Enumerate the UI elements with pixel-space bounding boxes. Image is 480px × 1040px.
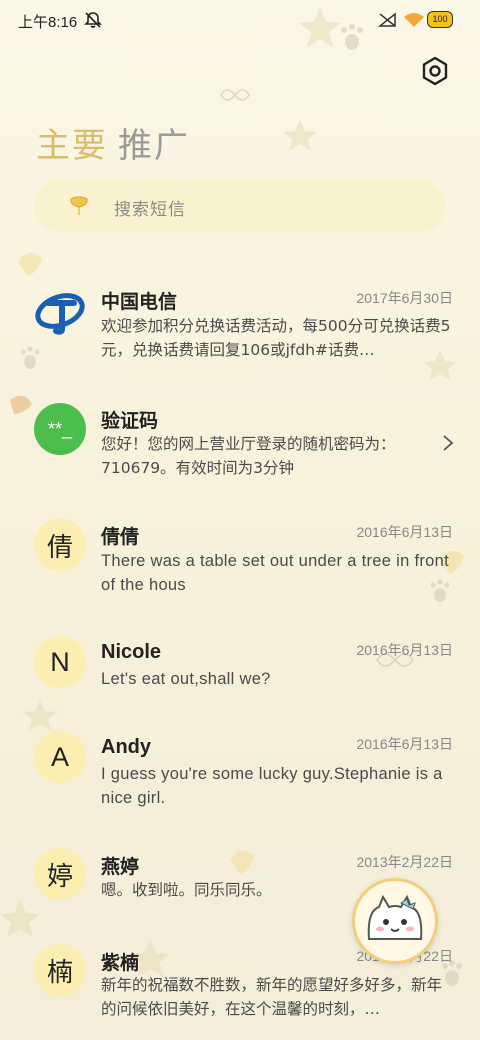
conversation-item[interactable]: 楠 紫楠 2013年2月22日 新年的祝福数不胜数，新年的愿望好多好多，新年的问… — [0, 0, 480, 1018]
message-preview: Let's eat out,shall we? — [101, 670, 271, 688]
sender-name: 倩倩 — [101, 526, 140, 548]
message-date: 2016年6月13日 — [356, 736, 453, 752]
telecom-logo-icon — [35, 293, 85, 335]
avatar: A — [34, 731, 86, 783]
search-input[interactable]: 搜索短信 — [114, 195, 186, 220]
message-date: 2013年2月22日 — [356, 854, 453, 870]
avatar: N — [34, 636, 86, 688]
cat-face-icon — [367, 894, 423, 940]
message-preview: 欢迎参加积分兑换话费活动，每500分可兑换话费5元，兑换话费请回复106或jfd… — [101, 317, 451, 359]
message-preview: There was a table set out under a tree i… — [101, 552, 449, 594]
message-preview: I guess you're some lucky guy.Stephanie … — [101, 765, 443, 807]
message-preview: 新年的祝福数不胜数，新年的愿望好多好多，新年的问候依旧美好，在这个温馨的时刻，… — [101, 976, 443, 1018]
avatar: **_ — [34, 403, 86, 455]
sender-name: 中国电信 — [101, 291, 178, 313]
message-date: 2016年6月13日 — [356, 524, 453, 540]
compose-button[interactable] — [352, 878, 438, 964]
message-date: 2016年6月13日 — [356, 642, 453, 658]
tab-main[interactable]: 主要 — [36, 126, 108, 166]
avatar: 楠 — [34, 944, 86, 996]
sender-name: 验证码 — [101, 410, 159, 432]
sender-name: 燕婷 — [101, 856, 140, 878]
search-bar[interactable]: 搜索短信 — [34, 180, 446, 232]
ginkgo-leaf-icon — [70, 196, 88, 215]
chevron-right-icon[interactable] — [442, 434, 454, 452]
avatar: 倩 — [34, 519, 86, 571]
avatar: 婷 — [34, 848, 86, 900]
message-date: 2017年6月30日 — [356, 290, 453, 306]
tab-promotions[interactable]: 推广 — [118, 126, 190, 166]
sender-name: Nicole — [101, 641, 162, 663]
sender-name: 紫楠 — [101, 952, 140, 974]
message-preview: 您好！您的网上营业厅登录的随机密码为：710679。有效时间为3分钟 — [101, 435, 396, 477]
folder-tabs: 主要 推广 — [36, 118, 190, 167]
sender-name: Andy — [101, 736, 151, 758]
